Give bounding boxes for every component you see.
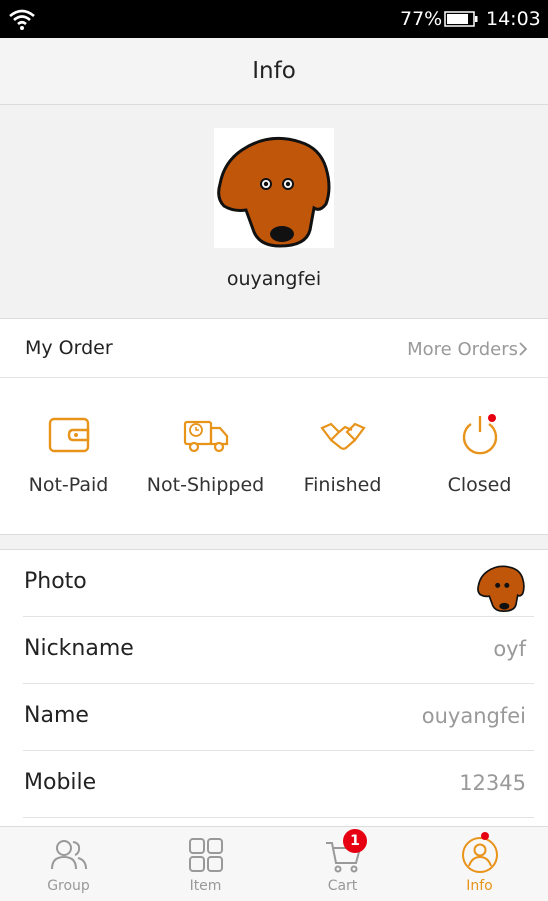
info-row-mobile[interactable]: Mobile 12345 (0, 751, 548, 818)
battery-percentage: 77% (400, 8, 443, 30)
status-time: 14:03 (486, 8, 541, 30)
profile-icon (461, 837, 498, 873)
nav-label: Cart (327, 878, 358, 894)
status-label: Closed (447, 474, 512, 496)
nav-tab-group[interactable]: Group (0, 827, 137, 901)
grid-icon (188, 838, 223, 872)
profile-header: ouyangfei (0, 105, 548, 319)
group-icon (50, 840, 87, 870)
handshake-icon (319, 422, 366, 450)
more-orders-link[interactable]: More Orders (407, 339, 518, 360)
nav-label: Info (466, 878, 493, 894)
info-notification-dot (481, 832, 489, 840)
my-order-label: My Order (25, 337, 113, 359)
info-key: Name (24, 703, 89, 728)
order-status-bar: Not-Paid Not-Shipped Finished Closed (0, 378, 548, 535)
order-status-finished[interactable]: Finished (274, 410, 411, 500)
order-status-not-shipped[interactable]: Not-Shipped (137, 410, 274, 500)
info-row-nickname[interactable]: Nickname oyf (0, 617, 548, 684)
nav-label: Group (47, 878, 90, 894)
nav-tab-item[interactable]: Item (137, 827, 274, 901)
chevron-right-icon[interactable] (518, 341, 528, 357)
status-label: Finished (303, 474, 382, 496)
photo-thumbnail (476, 562, 526, 612)
truck-icon (183, 420, 228, 453)
order-status-closed[interactable]: Closed (411, 410, 548, 500)
info-value: oyf (493, 637, 526, 661)
page-title: Info (0, 38, 548, 105)
order-status-not-paid[interactable]: Not-Paid (0, 410, 137, 500)
info-list: Photo Nickname oyf Name ouyangfei Mobile… (0, 549, 548, 828)
info-value: ouyangfei (421, 704, 526, 728)
profile-username: ouyangfei (226, 268, 322, 290)
status-label: Not-Shipped (146, 474, 265, 496)
avatar[interactable] (214, 128, 334, 248)
cart-count-badge: 1 (343, 829, 367, 853)
status-label: Not-Paid (28, 474, 109, 496)
bottom-navigation: Group Item Cart Info (0, 826, 548, 901)
battery-icon (444, 11, 478, 27)
wifi-icon (9, 9, 35, 30)
info-key: Mobile (24, 770, 97, 795)
power-icon (462, 414, 497, 455)
wallet-icon (48, 417, 89, 453)
status-bar: 77% 14:03 (0, 0, 548, 38)
my-order-row: My Order More Orders (0, 319, 548, 378)
info-row-photo[interactable]: Photo (0, 550, 548, 617)
info-key: Nickname (24, 636, 134, 661)
info-row-name[interactable]: Name ouyangfei (0, 684, 548, 751)
info-key: Photo (24, 569, 87, 594)
nav-tab-info[interactable]: Info (411, 827, 548, 901)
info-value: 12345 (459, 771, 526, 795)
nav-label: Item (189, 878, 222, 894)
